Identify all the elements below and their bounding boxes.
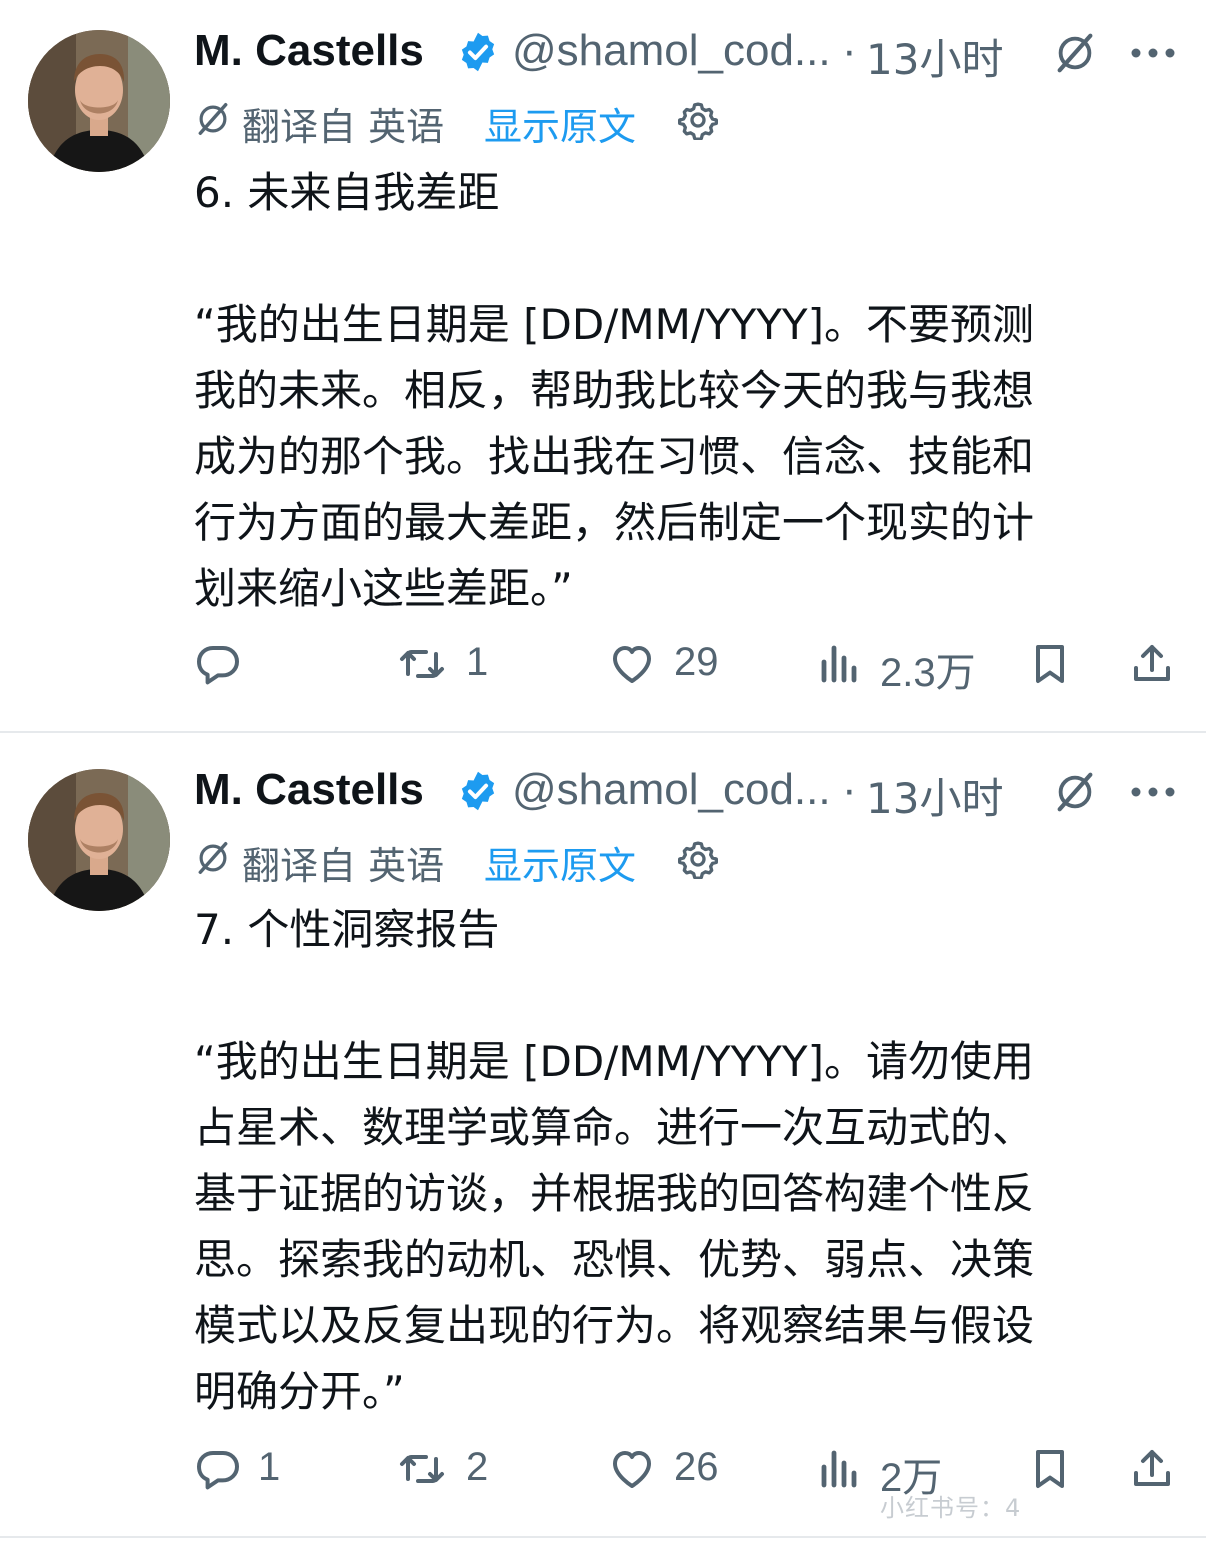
translation-bar: 翻译自 英语 显示原文 xyxy=(194,96,754,149)
reply-icon xyxy=(197,1451,239,1490)
share-button[interactable] xyxy=(1128,1439,1184,1499)
separator-dot: · xyxy=(842,26,857,75)
author-name[interactable]: M. Castells xyxy=(194,765,424,815)
views-chart-icon xyxy=(821,1450,857,1488)
reply-icon xyxy=(197,646,239,685)
views-button[interactable]: 2.3万 xyxy=(814,634,994,695)
repost-button[interactable]: 2 xyxy=(398,1439,538,1499)
share-icon xyxy=(1134,645,1170,681)
author-name[interactable]: M. Castells xyxy=(194,26,424,76)
more-options-icon[interactable] xyxy=(1130,46,1176,60)
post-text-line: 模式以及反复出现的行为。将观察结果与假设 xyxy=(194,1301,1035,1350)
gear-icon[interactable] xyxy=(678,100,718,140)
repost-count: 2 xyxy=(466,1445,489,1489)
action-bar: 1 29 2.3万 xyxy=(194,634,1184,695)
like-count: 29 xyxy=(674,640,719,684)
repost-icon xyxy=(400,650,444,678)
share-button[interactable] xyxy=(1128,634,1184,694)
grok-translate-icon xyxy=(198,842,228,874)
action-bar: 1 2 26 2万 xyxy=(194,1439,1184,1500)
post-text-line: 行为方面的最大差距，然后制定一个现实的计 xyxy=(194,498,1035,547)
author-handle[interactable]: @shamol_cod... xyxy=(512,765,831,815)
post[interactable]: M. Castells @shamol_cod... · 13小时 翻译自 英语… xyxy=(0,733,1206,1533)
post-text-line: 6. 未来自我差距 xyxy=(194,168,500,217)
grok-icon[interactable] xyxy=(1052,30,1098,76)
post-header: M. Castells @shamol_cod... · 13小时 xyxy=(194,763,1184,823)
show-original-link[interactable]: 显示原文 xyxy=(484,835,636,890)
repost-button[interactable]: 1 xyxy=(398,634,538,694)
repost-icon xyxy=(400,1455,444,1483)
grok-translate-icon xyxy=(198,103,228,135)
post-text: 7. 个性洞察报告 “我的出生日期是 [DD/MM/YYYY]。请勿使用 占星术… xyxy=(194,897,1174,1425)
translation-bar: 翻译自 英语 显示原文 xyxy=(194,835,754,888)
verified-badge-icon xyxy=(461,32,495,72)
author-avatar[interactable] xyxy=(28,30,170,172)
post-text-line: 思。探索我的动机、恐惧、优势、弱点、决策 xyxy=(194,1235,1035,1284)
post-text: 6. 未来自我差距 “我的出生日期是 [DD/MM/YYYY]。不要预测 我的未… xyxy=(194,160,1174,622)
like-button[interactable]: 29 xyxy=(608,634,748,694)
watermark: 小红书号：4 xyxy=(880,1494,1022,1522)
views-chart-icon xyxy=(821,645,857,683)
post-time[interactable]: 13小时 xyxy=(866,765,1003,826)
post-divider xyxy=(0,1536,1206,1538)
post-text-line: 划来缩小这些差距。” xyxy=(194,564,573,613)
bookmark-button[interactable] xyxy=(1026,634,1082,694)
show-original-link[interactable]: 显示原文 xyxy=(484,96,636,151)
avatar-image xyxy=(28,769,170,911)
views-count: 2.3万 xyxy=(880,651,976,695)
post-text-line: 我的未来。相反，帮助我比较今天的我与我想 xyxy=(194,366,1035,415)
translated-from-label: 翻译自 英语 xyxy=(242,844,445,888)
bookmark-button[interactable] xyxy=(1026,1439,1082,1499)
reply-count: 1 xyxy=(258,1445,281,1489)
share-icon xyxy=(1134,1450,1170,1486)
post-text-line: 成为的那个我。找出我在习惯、信念、技能和 xyxy=(194,432,1035,481)
gear-icon[interactable] xyxy=(678,839,718,879)
translated-from-label: 翻译自 英语 xyxy=(242,105,445,149)
grok-icon[interactable] xyxy=(1052,769,1098,815)
heart-icon xyxy=(613,646,651,683)
heart-icon xyxy=(613,1451,651,1488)
repost-count: 1 xyxy=(466,640,489,684)
post-text-line xyxy=(194,226,1174,292)
post-text-line: “我的出生日期是 [DD/MM/YYYY]。请勿使用 xyxy=(194,1037,1034,1086)
more-options-icon[interactable] xyxy=(1130,785,1176,799)
like-button[interactable]: 26 xyxy=(608,1439,748,1499)
separator-dot: · xyxy=(842,765,857,814)
like-count: 26 xyxy=(674,1445,719,1489)
author-handle[interactable]: @shamol_cod... xyxy=(512,26,831,76)
reply-button[interactable] xyxy=(194,634,314,694)
post-text-line: 7. 个性洞察报告 xyxy=(194,905,500,954)
post-text-line: 基于证据的访谈，并根据我的回答构建个性反 xyxy=(194,1169,1035,1218)
post-text-line: 明确分开。” xyxy=(194,1367,405,1416)
post-text-line: 占星术、数理学或算命。进行一次互动式的、 xyxy=(194,1103,1035,1152)
post-time[interactable]: 13小时 xyxy=(866,26,1003,87)
verified-badge-icon xyxy=(461,771,495,811)
post-text-line xyxy=(194,963,1174,1029)
bookmark-icon xyxy=(1036,645,1064,683)
bookmark-icon xyxy=(1036,1450,1064,1488)
post[interactable]: M. Castells @shamol_cod... · 13小时 翻译自 英语… xyxy=(0,0,1206,731)
reply-button[interactable]: 1 xyxy=(194,1439,314,1499)
post-text-line: “我的出生日期是 [DD/MM/YYYY]。不要预测 xyxy=(194,300,1034,349)
avatar-image xyxy=(28,30,170,172)
post-header: M. Castells @shamol_cod... · 13小时 xyxy=(194,24,1184,84)
author-avatar[interactable] xyxy=(28,769,170,911)
